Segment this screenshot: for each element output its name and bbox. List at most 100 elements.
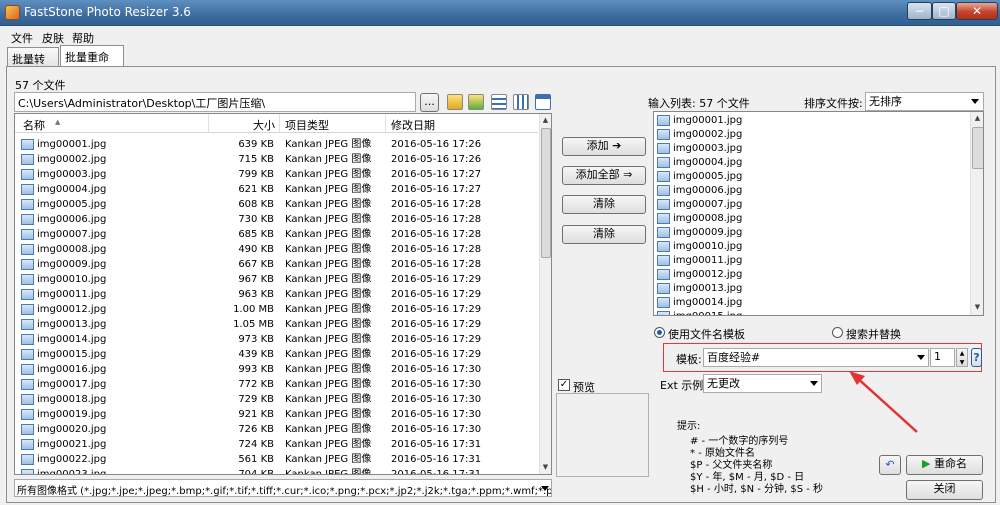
table-row[interactable]: img00010.jpg 967 KB Kankan JPEG 图像 2016-05-…	[15, 272, 538, 287]
undo-rename-button[interactable]: ↶	[879, 455, 901, 475]
table-row[interactable]: img00012.jpg 1.00 MB Kankan JPEG 图像 2016-05…	[15, 302, 538, 317]
folder-up-icon[interactable]	[447, 94, 463, 110]
file-type: Kankan JPEG 图像	[285, 244, 372, 255]
clear-all-button[interactable]: 清除	[562, 225, 646, 244]
table-row[interactable]: img00015.jpg 439 KB Kankan JPEG 图像 2016-05-…	[15, 347, 538, 362]
table-row[interactable]: img00017.jpg 772 KB Kankan JPEG 图像 2016-05-…	[15, 377, 538, 392]
details-view-icon[interactable]	[491, 94, 507, 110]
tab-batch-rename[interactable]: 批量重命名	[60, 45, 124, 80]
file-type: Kankan JPEG 图像	[285, 199, 372, 210]
close-button[interactable]: 关闭	[906, 480, 983, 500]
list-view-icon[interactable]	[513, 94, 529, 110]
rename-button[interactable]: ▶ 重命名	[906, 455, 983, 475]
scroll-down-icon[interactable]: ▼	[972, 302, 983, 313]
scroll-up-icon[interactable]: ▲	[540, 115, 551, 126]
list-item[interactable]: img00003.jpg	[657, 142, 742, 156]
add-button[interactable]: 添加 ➔	[562, 137, 646, 156]
file-date: 2016-05-16 17:30	[391, 409, 482, 420]
list-item[interactable]: img00013.jpg	[657, 282, 742, 296]
scroll-down-icon[interactable]: ▼	[540, 462, 551, 473]
ext-select[interactable]: 无更改	[703, 374, 822, 393]
file-name: img00013.jpg	[37, 319, 107, 330]
column-type[interactable]: 项目类型	[285, 117, 329, 133]
use-template-radio[interactable]	[654, 327, 665, 338]
table-row[interactable]: img00020.jpg 726 KB Kankan JPEG 图像 2016-05-…	[15, 422, 538, 437]
file-name: img00004.jpg	[37, 184, 107, 195]
table-row[interactable]: img00022.jpg 561 KB Kankan JPEG 图像 2016-05-…	[15, 452, 538, 467]
input-list-scrollbar[interactable]: ▲ ▼	[970, 112, 983, 315]
menu-skin[interactable]: 皮肤	[42, 30, 64, 46]
table-row[interactable]: img00021.jpg 724 KB Kankan JPEG 图像 2016-05-…	[15, 437, 538, 452]
scroll-up-icon[interactable]: ▲	[972, 113, 983, 124]
ext-label: Ext 示例:	[660, 379, 707, 392]
scroll-thumb[interactable]	[972, 127, 983, 169]
image-file-icon	[657, 156, 670, 168]
list-item[interactable]: img00007.jpg	[657, 198, 742, 212]
search-replace-radio[interactable]	[832, 327, 843, 338]
column-date[interactable]: 修改日期	[391, 117, 435, 133]
input-list[interactable]: img00001.jpg img00002.jpg img00003.jpg img0…	[653, 111, 984, 316]
list-item[interactable]: img00012.jpg	[657, 268, 742, 282]
template-input[interactable]: 百度经验#	[703, 348, 929, 367]
folder-path-field[interactable]: C:\Users\Administrator\Desktop\工厂图片压缩\	[14, 92, 416, 112]
clear-button[interactable]: 清除	[562, 195, 646, 214]
table-row[interactable]: img00009.jpg 667 KB Kankan JPEG 图像 2016-05-…	[15, 257, 538, 272]
hint-line: $Y - 年, $M - 月, $D - 日	[690, 472, 805, 483]
table-row[interactable]: img00002.jpg 715 KB Kankan JPEG 图像 2016-05-…	[15, 152, 538, 167]
table-row[interactable]: img00004.jpg 621 KB Kankan JPEG 图像 2016-05-…	[15, 182, 538, 197]
list-item[interactable]: img00001.jpg	[657, 114, 742, 128]
file-type: Kankan JPEG 图像	[285, 424, 372, 435]
browse-button[interactable]: ...	[420, 93, 439, 112]
maximize-button[interactable]: □	[932, 2, 956, 20]
minimize-button[interactable]: −	[907, 2, 932, 20]
list-item[interactable]: img00009.jpg	[657, 226, 742, 240]
table-row[interactable]: img00003.jpg 799 KB Kankan JPEG 图像 2016-05-…	[15, 167, 538, 182]
table-row[interactable]: img00016.jpg 993 KB Kankan JPEG 图像 2016-05-…	[15, 362, 538, 377]
preview-checkbox[interactable]: ✓	[558, 379, 570, 391]
favorite-folder-icon[interactable]	[468, 94, 484, 110]
app-icon	[5, 5, 20, 20]
table-row[interactable]: img00007.jpg 685 KB Kankan JPEG 图像 2016-05-…	[15, 227, 538, 242]
list-item[interactable]: img00011.jpg	[657, 254, 742, 268]
table-row[interactable]: img00001.jpg 639 KB Kankan JPEG 图像 2016-05-…	[15, 137, 538, 152]
list-item[interactable]: img00008.jpg	[657, 212, 742, 226]
file-type-filter[interactable]: 所有图像格式 (*.jpg;*.jpe;*.jpeg;*.bmp;*.gif;*…	[14, 479, 552, 497]
image-file-icon	[21, 138, 34, 150]
scroll-thumb[interactable]	[541, 128, 551, 258]
list-item[interactable]: img00002.jpg	[657, 128, 742, 142]
file-list[interactable]: 名称 ▲ 大小 项目类型 修改日期 img00001.jpg 639 KB Kank…	[14, 113, 552, 475]
list-item[interactable]: img00004.jpg	[657, 156, 742, 170]
column-name[interactable]: 名称	[23, 117, 45, 133]
list-item[interactable]: img00015.jpg	[657, 310, 742, 315]
close-window-button[interactable]: ✕	[956, 2, 998, 20]
menu-file[interactable]: 文件	[11, 30, 33, 46]
column-size[interactable]: 大小	[253, 117, 275, 133]
start-number-stepper[interactable]: ▲ ▼	[956, 348, 968, 367]
sort-select[interactable]: 无排序	[865, 92, 984, 111]
table-row[interactable]: img00005.jpg 608 KB Kankan JPEG 图像 2016-05-…	[15, 197, 538, 212]
menu-help[interactable]: 帮助	[72, 30, 94, 46]
file-type: Kankan JPEG 图像	[285, 289, 372, 300]
start-number-field[interactable]: 1	[930, 348, 955, 367]
thumbnail-view-icon[interactable]	[535, 94, 551, 110]
template-help-button[interactable]: ?	[971, 348, 982, 367]
table-row[interactable]: img00011.jpg 963 KB Kankan JPEG 图像 2016-05-…	[15, 287, 538, 302]
table-row[interactable]: img00008.jpg 490 KB Kankan JPEG 图像 2016-05-…	[15, 242, 538, 257]
image-file-icon	[657, 296, 670, 308]
table-row[interactable]: img00013.jpg 1.05 MB Kankan JPEG 图像 2016-05…	[15, 317, 538, 332]
list-item[interactable]: img00006.jpg	[657, 184, 742, 198]
table-row[interactable]: img00006.jpg 730 KB Kankan JPEG 图像 2016-05-…	[15, 212, 538, 227]
list-item[interactable]: img00005.jpg	[657, 170, 742, 184]
table-row[interactable]: img00018.jpg 729 KB Kankan JPEG 图像 2016-05-…	[15, 392, 538, 407]
file-list-scrollbar[interactable]: ▲ ▼	[539, 114, 551, 474]
image-file-icon	[657, 254, 670, 266]
add-all-button[interactable]: 添加全部 ⇒	[562, 166, 646, 185]
tab-batch-convert[interactable]: 批量转换	[7, 47, 59, 82]
table-row[interactable]: img00014.jpg 973 KB Kankan JPEG 图像 2016-05-…	[15, 332, 538, 347]
table-row[interactable]: img00019.jpg 921 KB Kankan JPEG 图像 2016-05-…	[15, 407, 538, 422]
image-file-icon	[657, 240, 670, 252]
search-replace-label: 搜索并替换	[846, 328, 901, 341]
list-item[interactable]: img00014.jpg	[657, 296, 742, 310]
list-item[interactable]: img00010.jpg	[657, 240, 742, 254]
table-row[interactable]: img00023.jpg 704 KB Kankan JPEG 图像 2016-05-…	[15, 467, 538, 474]
